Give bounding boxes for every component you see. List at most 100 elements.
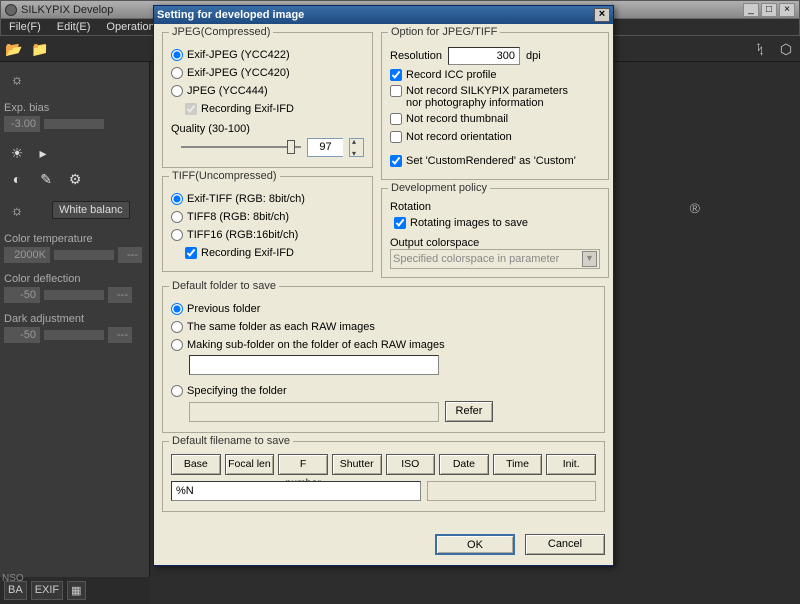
jpeg-ycc420-radio[interactable]	[171, 67, 183, 79]
folder-group-title: Default folder to save	[169, 280, 279, 292]
folder-group: Default folder to save Previous folder T…	[162, 286, 605, 433]
specify-folder-label: Specifying the folder	[187, 385, 287, 397]
option-group: Option for JPEG/TIFF Resolution dpi Reco…	[381, 32, 609, 180]
settings-icon[interactable]: ⬡	[776, 39, 796, 59]
not-rec-orient-label: Not record orientation	[406, 131, 512, 143]
brush-icon[interactable]: ✎	[35, 169, 57, 191]
tiff16-radio[interactable]	[171, 229, 183, 241]
jpeg-ycc422-radio[interactable]	[171, 49, 183, 61]
tiff-exif-radio[interactable]	[171, 193, 183, 205]
exp-slider[interactable]	[44, 119, 104, 129]
rotating-label: Rotating images to save	[410, 217, 528, 229]
rotating-checkbox[interactable]	[394, 217, 406, 229]
iso-button[interactable]: ISO	[386, 454, 436, 475]
tool-icon[interactable]: ᛪ	[750, 39, 770, 59]
quality-slider[interactable]	[181, 137, 301, 157]
menu-edit[interactable]: Edit(E)	[49, 19, 99, 35]
not-rec-params-checkbox[interactable]	[390, 85, 402, 97]
subfolder-label: Making sub-folder on the folder of each …	[187, 339, 445, 351]
set-custom-label: Set 'CustomRendered' as 'Custom'	[406, 155, 576, 167]
chevron-down-icon: ▼	[582, 251, 597, 267]
prev-folder-radio[interactable]	[171, 303, 183, 315]
menu-file[interactable]: File(F)	[1, 19, 49, 35]
left-panel: ☼ Exp. bias -3.00 ☀▸ ◐ ✎ ⚙ ☼White balanc…	[0, 62, 150, 604]
base-button[interactable]: Base	[171, 454, 221, 475]
thumb-tag[interactable]: ▦	[67, 581, 85, 600]
ct-label: Color temperature	[4, 233, 145, 245]
tiff-group-title: TIFF(Uncompressed)	[169, 170, 280, 182]
not-rec-thumb-checkbox[interactable]	[390, 113, 402, 125]
tiff-group: TIFF(Uncompressed) Exif-TIFF (RGB: 8bit/…	[162, 176, 373, 272]
quality-spinner[interactable]	[349, 138, 364, 157]
resolution-input[interactable]	[448, 47, 520, 65]
init-button[interactable]: Init.	[546, 454, 596, 475]
tiff-exif-rec-label: Recording Exif-IFD	[201, 247, 294, 259]
tiff16-label: TIFF16 (RGB:16bit/ch)	[187, 229, 298, 241]
sun-icon[interactable]: ☀	[6, 142, 28, 164]
quality-label: Quality (30-100)	[171, 123, 364, 135]
ct-value: 2000K	[4, 247, 50, 263]
jpeg-group: JPEG(Compressed) Exif-JPEG (YCC422) Exif…	[162, 32, 373, 168]
brightness-icon[interactable]: ☼	[6, 68, 28, 90]
ok-button[interactable]: OK	[435, 534, 515, 555]
same-folder-radio[interactable]	[171, 321, 183, 333]
open-file-icon[interactable]: 📁▾	[30, 39, 50, 59]
rotation-label: Rotation	[390, 201, 600, 213]
da-label: Dark adjustment	[4, 313, 145, 325]
dialog-titlebar[interactable]: Setting for developed image ×	[154, 6, 613, 24]
open-folder-icon[interactable]: 📂	[4, 39, 24, 59]
prev-folder-label: Previous folder	[187, 303, 260, 315]
dialog-close-button[interactable]: ×	[594, 8, 610, 22]
app-icon	[5, 4, 17, 16]
jpeg-ycc422-label: Exif-JPEG (YCC422)	[187, 49, 290, 61]
time-button[interactable]: Time	[493, 454, 543, 475]
close-button[interactable]: ×	[779, 3, 795, 17]
cd-value: -50	[4, 287, 40, 303]
cancel-button[interactable]: Cancel	[525, 534, 605, 555]
arrow-icon[interactable]: ▸	[32, 142, 54, 164]
tiff-exif-checkbox[interactable]	[185, 247, 197, 259]
settings-dialog: Setting for developed image × JPEG(Compr…	[153, 5, 614, 566]
tiff-exif-label: Exif-TIFF (RGB: 8bit/ch)	[187, 193, 305, 205]
contrast-icon[interactable]: ◐	[6, 168, 28, 190]
cd-label: Color deflection	[4, 273, 145, 285]
tiff8-radio[interactable]	[171, 211, 183, 223]
output-cs-combo: Specified colorspace in parameter ▼	[390, 249, 600, 269]
rec-icc-checkbox[interactable]	[390, 69, 402, 81]
not-rec-orient-checkbox[interactable]	[390, 131, 402, 143]
devpolicy-group: Development policy Rotation Rotating ima…	[381, 188, 609, 278]
shutter-button[interactable]: Shutter	[332, 454, 382, 475]
da-dash: ---	[108, 327, 132, 343]
da-slider[interactable]	[44, 330, 104, 340]
jpeg-ycc444-radio[interactable]	[171, 85, 183, 97]
set-custom-checkbox[interactable]	[390, 155, 402, 167]
gear-icon[interactable]: ⚙	[64, 169, 86, 191]
wb-icon: ☼	[6, 199, 28, 221]
quality-input[interactable]	[307, 138, 343, 157]
exp-bias-value: -3.00	[4, 116, 40, 132]
filename-group: Default filename to save Base Focal len …	[162, 441, 605, 512]
tiff8-label: TIFF8 (RGB: 8bit/ch)	[187, 211, 289, 223]
filename-pattern-input[interactable]	[171, 481, 421, 501]
cd-slider[interactable]	[44, 290, 104, 300]
not-rec-thumb-label: Not record thumbnail	[406, 113, 508, 125]
same-folder-label: The same folder as each RAW images	[187, 321, 375, 333]
specify-folder-radio[interactable]	[171, 385, 183, 397]
refer-button[interactable]: Refer	[445, 401, 493, 422]
exif-tag[interactable]: EXIF	[31, 581, 63, 600]
wb-tab[interactable]: White balanc	[52, 201, 130, 219]
resolution-unit: dpi	[526, 50, 541, 62]
fnumber-button[interactable]: F number	[278, 454, 328, 475]
minimize-button[interactable]: _	[743, 3, 759, 17]
subfolder-input[interactable]	[189, 355, 439, 375]
ct-slider[interactable]	[54, 250, 114, 260]
focal-button[interactable]: Focal len	[225, 454, 275, 475]
output-cs-value: Specified colorspace in parameter	[393, 253, 559, 265]
devpolicy-group-title: Development policy	[388, 182, 490, 194]
jpeg-ycc444-label: JPEG (YCC444)	[187, 85, 268, 97]
maximize-button[interactable]: □	[761, 3, 777, 17]
subfolder-radio[interactable]	[171, 339, 183, 351]
da-value: -50	[4, 327, 40, 343]
date-button[interactable]: Date	[439, 454, 489, 475]
rec-icc-label: Record ICC profile	[406, 69, 496, 81]
